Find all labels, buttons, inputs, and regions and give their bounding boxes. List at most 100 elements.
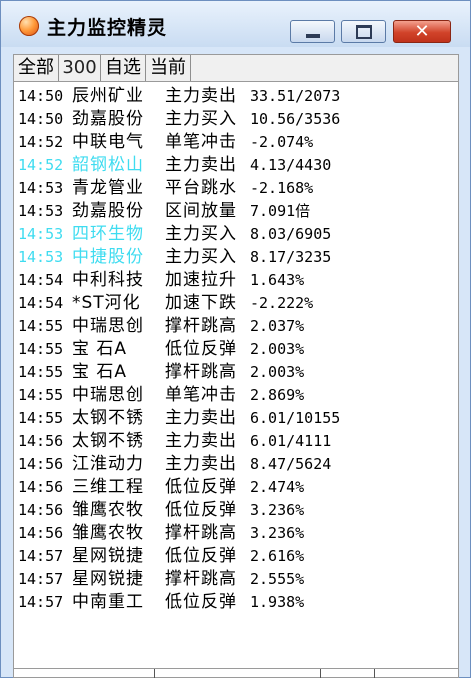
filter-tab-bar: 全部 300 自选 当前: [13, 54, 459, 82]
alert-value: 2.003%: [250, 363, 305, 381]
alert-value: -2.074%: [250, 133, 314, 151]
alert-time: 14:50: [18, 87, 64, 105]
alert-time: 14:56: [18, 432, 64, 450]
alert-value: -2.168%: [250, 179, 314, 197]
status-divider: [320, 669, 321, 678]
maximize-icon: [355, 24, 372, 39]
alert-event: 区间放量: [165, 201, 237, 221]
alert-time: 14:56: [18, 478, 64, 496]
alert-event: 主力买入: [165, 224, 237, 244]
alert-value: -2.222%: [250, 294, 314, 312]
alert-event: 撑杆跳高: [165, 569, 237, 589]
alert-value: 1.938%: [250, 593, 305, 611]
alert-value: 6.01/10155: [250, 409, 341, 427]
alert-event: 平台跳水: [165, 178, 237, 198]
stock-name: 雏鹰农牧: [72, 523, 144, 543]
alert-time: 14:57: [18, 593, 64, 611]
maximize-button[interactable]: [341, 20, 386, 43]
alert-time: 14:52: [18, 133, 64, 151]
tab-300[interactable]: 300: [59, 55, 101, 81]
stock-name: 中南重工: [72, 592, 144, 612]
alert-value: 3.236%: [250, 524, 305, 542]
alert-event: 主力卖出: [165, 431, 237, 451]
alert-time: 14:53: [18, 248, 64, 266]
title-bar[interactable]: 主力监控精灵 ✕: [1, 1, 470, 47]
alert-value: 7.091倍: [250, 202, 311, 220]
alert-event: 加速拉升: [165, 270, 237, 290]
close-button[interactable]: ✕: [393, 20, 451, 43]
status-divider: [374, 669, 375, 678]
alert-value: 2.555%: [250, 570, 305, 588]
alert-time: 14:50: [18, 110, 64, 128]
stock-name: 宝 石A: [72, 362, 128, 382]
stock-name: 江淮动力: [72, 454, 144, 474]
alert-time: 14:57: [18, 547, 64, 565]
alert-event: 撑杆跳高: [165, 523, 237, 543]
alert-value: 2.003%: [250, 340, 305, 358]
alert-time: 14:55: [18, 386, 64, 404]
alert-value: 2.869%: [250, 386, 305, 404]
alert-value: 8.03/6905: [250, 225, 332, 243]
stock-name: 三维工程: [72, 477, 144, 497]
alert-time: 14:56: [18, 524, 64, 542]
alert-time: 14:53: [18, 179, 64, 197]
stock-name: 劲嘉股份: [72, 201, 144, 221]
alert-time: 14:57: [18, 570, 64, 588]
tab-current[interactable]: 当前: [146, 55, 191, 81]
stock-name: 中瑞思创: [72, 385, 144, 405]
alert-time: 14:56: [18, 501, 64, 519]
alert-event: 低位反弹: [165, 592, 237, 612]
alert-value: 2.474%: [250, 478, 305, 496]
alert-event: 撑杆跳高: [165, 362, 237, 382]
alert-value: 8.17/3235: [250, 248, 332, 266]
status-bar: [13, 668, 459, 678]
alert-time: 14:52: [18, 156, 64, 174]
alert-value: 6.01/4111: [250, 432, 332, 450]
alert-value: 2.616%: [250, 547, 305, 565]
alert-event: 主力卖出: [165, 408, 237, 428]
stock-name: 韶钢松山: [72, 155, 144, 175]
alert-time: 14:55: [18, 317, 64, 335]
alert-list[interactable]: 14:50 辰州矿业 主力卖出 33.51/2073 14:50 劲嘉股份 主力买入 10.5…: [13, 82, 459, 668]
alert-event: 主力卖出: [165, 155, 237, 175]
alert-event: 主力卖出: [165, 454, 237, 474]
app-window: 主力监控精灵 ✕ 全部 300 自选 当前 14:50 辰州矿业 主力卖出 33.51…: [0, 0, 471, 678]
alert-event: 低位反弹: [165, 339, 237, 359]
alert-time: 14:55: [18, 340, 64, 358]
alert-time: 14:53: [18, 202, 64, 220]
stock-name: *ST河化: [72, 293, 141, 313]
minimize-button[interactable]: [290, 20, 335, 43]
alert-value: 3.236%: [250, 501, 305, 519]
tab-all[interactable]: 全部: [14, 55, 59, 81]
stock-name: 青龙管业: [72, 178, 144, 198]
alert-event: 低位反弹: [165, 500, 237, 520]
close-icon: ✕: [414, 20, 430, 42]
alert-event: 加速下跌: [165, 293, 237, 313]
stock-name: 宝 石A: [72, 339, 128, 359]
alert-event: 低位反弹: [165, 477, 237, 497]
alert-time: 14:56: [18, 455, 64, 473]
stock-name: 雏鹰农牧: [72, 500, 144, 520]
alert-value: 10.56/3536: [250, 110, 341, 128]
stock-name: 太钢不锈: [72, 408, 144, 428]
stock-name: 星网锐捷: [72, 546, 144, 566]
alert-value: 8.47/5624: [250, 455, 332, 473]
alert-time: 14:54: [18, 271, 64, 289]
app-orb-icon: [19, 16, 39, 36]
alert-event: 主力买入: [165, 247, 237, 267]
alert-time: 14:55: [18, 409, 64, 427]
stock-name: 辰州矿业: [72, 86, 144, 106]
alert-event: 低位反弹: [165, 546, 237, 566]
alert-value: 4.13/4430: [250, 156, 332, 174]
alert-event: 单笔冲击: [165, 385, 237, 405]
alert-value: 1.643%: [250, 271, 305, 289]
stock-name: 劲嘉股份: [72, 109, 144, 129]
alert-event: 主力卖出: [165, 86, 237, 106]
alert-time: 14:55: [18, 363, 64, 381]
stock-name: 中利科技: [72, 270, 144, 290]
alert-event: 单笔冲击: [165, 132, 237, 152]
alert-value: 33.51/2073: [250, 87, 341, 105]
minimize-icon: [305, 33, 320, 38]
tab-watchlist[interactable]: 自选: [101, 55, 146, 81]
alert-event: 主力买入: [165, 109, 237, 129]
